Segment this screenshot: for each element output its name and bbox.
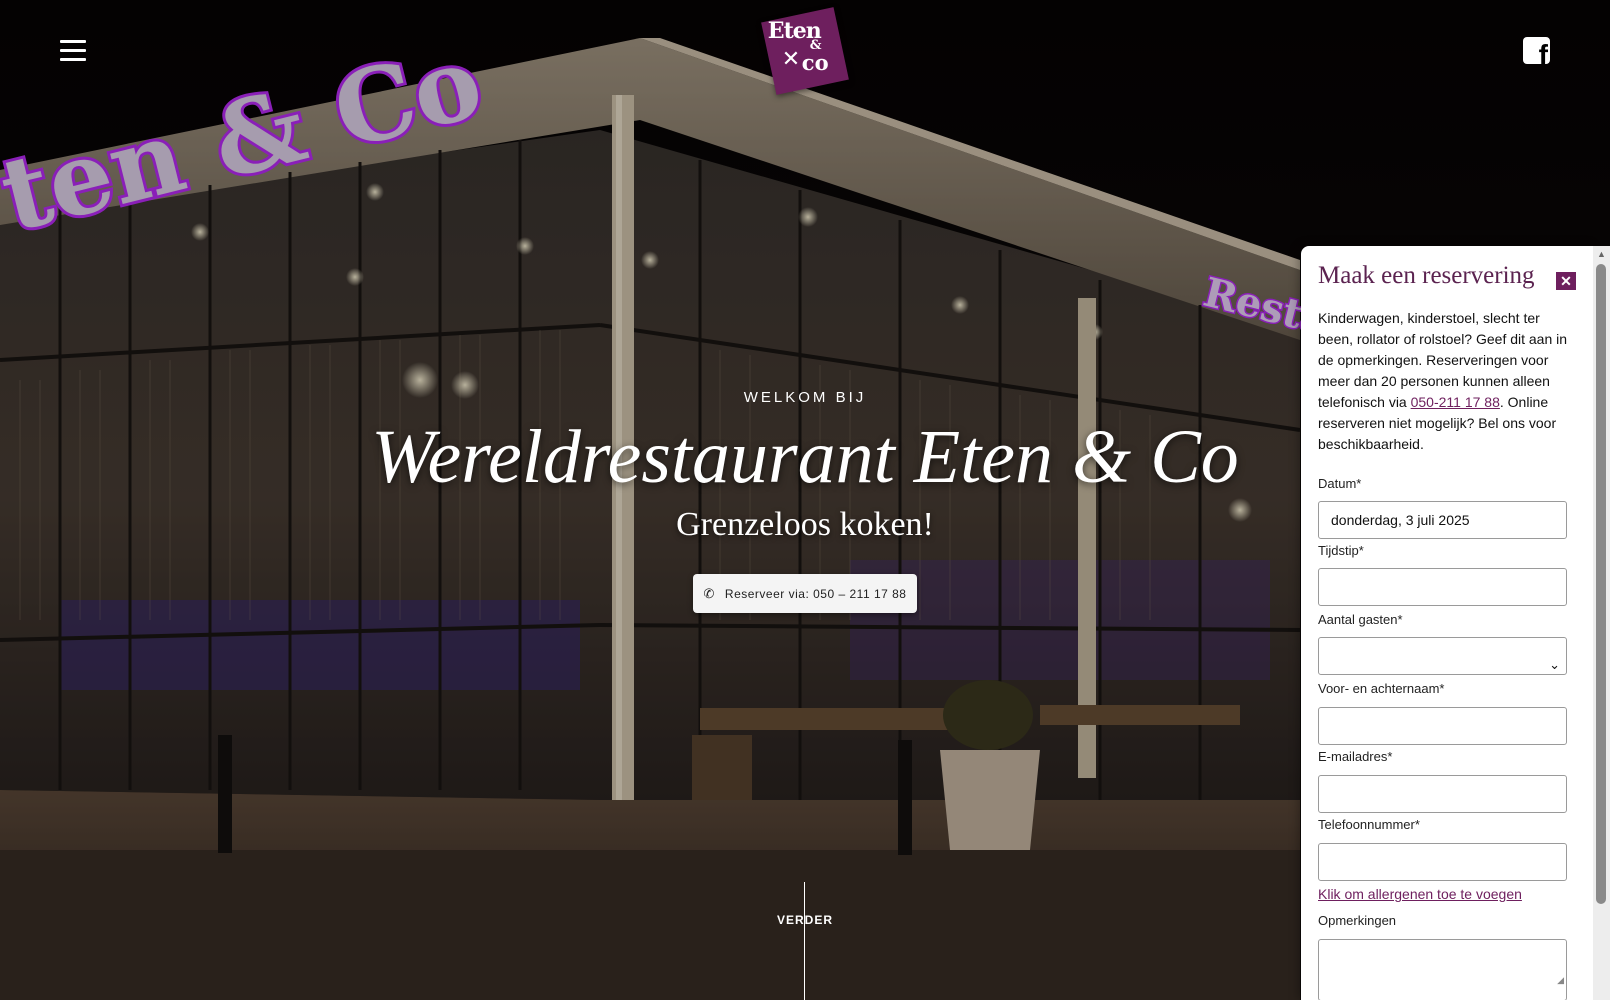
remarks-textarea[interactable]: ◢ bbox=[1318, 939, 1567, 1000]
time-field[interactable] bbox=[1318, 568, 1567, 606]
email-field[interactable] bbox=[1318, 775, 1567, 813]
date-field[interactable]: donderdag, 3 juli 2025 bbox=[1318, 501, 1567, 539]
phone-field[interactable] bbox=[1318, 843, 1567, 881]
panel-scrollbar-thumb[interactable] bbox=[1596, 264, 1606, 904]
logo-text-co: co bbox=[801, 50, 829, 76]
reservation-panel: Maak een reservering ✕ Kinderwagen, kind… bbox=[1301, 246, 1593, 1000]
site-logo[interactable]: Eten & ✕ co bbox=[761, 7, 849, 95]
email-label: E-mailadres* bbox=[1318, 749, 1393, 764]
scroll-up-arrow-icon[interactable]: ▲ bbox=[1593, 246, 1610, 262]
hamburger-menu-icon[interactable] bbox=[60, 40, 86, 62]
allergen-link[interactable]: Klik om allergenen toe te voegen bbox=[1318, 886, 1522, 902]
time-label: Tijdstip* bbox=[1318, 543, 1364, 558]
reserve-phone-button[interactable]: ✆ Reserveer via: 050 – 211 17 88 bbox=[693, 574, 917, 613]
intro-phone-link[interactable]: 050-211 17 88 bbox=[1411, 394, 1500, 410]
name-label: Voor- en achternaam* bbox=[1318, 681, 1445, 696]
reservation-intro: Kinderwagen, kinderstoel, slecht ter bee… bbox=[1318, 308, 1573, 455]
name-field[interactable] bbox=[1318, 707, 1567, 745]
facebook-icon[interactable]: f bbox=[1523, 37, 1550, 64]
date-label: Datum* bbox=[1318, 476, 1362, 491]
phone-icon: ✆ bbox=[703, 585, 715, 601]
facebook-glyph: f bbox=[1538, 39, 1548, 65]
logo-text-eten: Eten bbox=[767, 18, 821, 45]
reservation-title: Maak een reservering bbox=[1318, 262, 1535, 289]
close-icon[interactable]: ✕ bbox=[1556, 272, 1576, 290]
scroll-divider-line bbox=[804, 882, 805, 1000]
guests-label: Aantal gasten* bbox=[1318, 612, 1403, 627]
remarks-label: Opmerkingen bbox=[1318, 913, 1397, 928]
phone-label: Telefoonnummer* bbox=[1318, 817, 1420, 832]
resize-grip-icon[interactable]: ◢ bbox=[1557, 962, 1564, 998]
guests-select[interactable]: ⌄ bbox=[1318, 637, 1567, 675]
reserve-button-label: Reserveer via: 050 – 211 17 88 bbox=[724, 586, 907, 601]
chevron-down-icon: ⌄ bbox=[1549, 657, 1560, 672]
fork-knife-icon: ✕ bbox=[781, 46, 801, 72]
